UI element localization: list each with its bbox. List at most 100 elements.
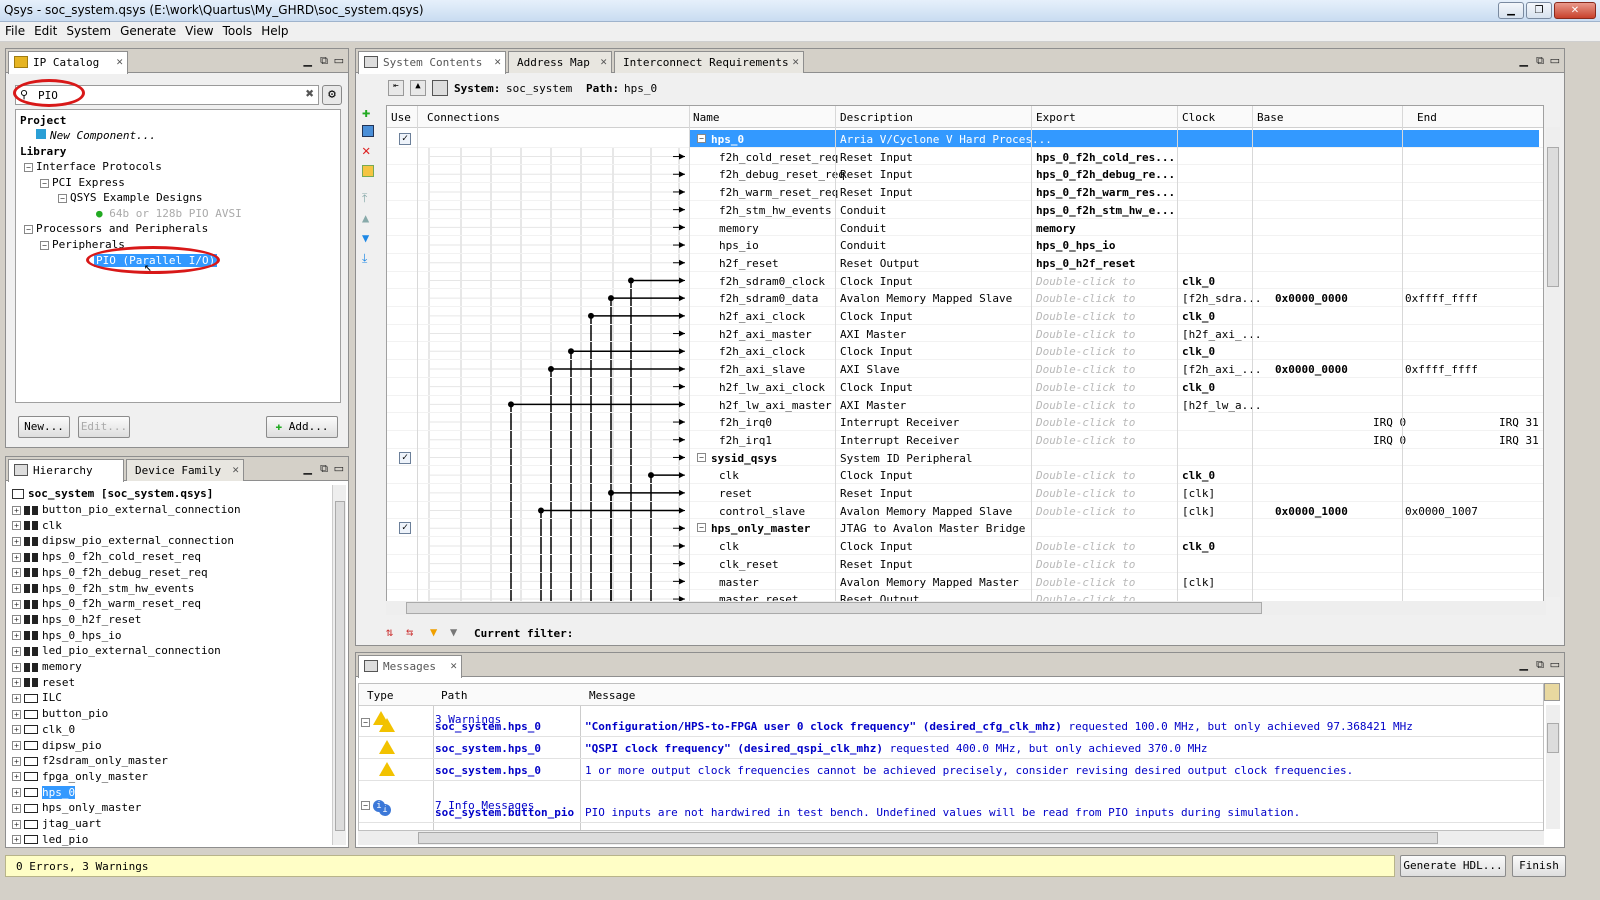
tree-interface-protocols[interactable]: − Interface Protocols [24, 160, 162, 173]
export-cell[interactable]: Double-click to [1036, 505, 1135, 518]
table-row[interactable] [387, 413, 1543, 431]
hierarchy-item[interactable]: + hps_0_f2h_stm_hw_events [12, 582, 194, 595]
hierarchy-root[interactable]: soc_system [soc_system.qsys] [12, 487, 213, 500]
hierarchy-item[interactable]: + dipsw_pio_external_connection [12, 534, 234, 547]
export-cell[interactable]: Double-click to [1036, 558, 1135, 571]
port-name[interactable]: h2f_axi_master [719, 328, 812, 341]
component-name[interactable]: sysid_qsys [711, 452, 777, 465]
expand-icon[interactable]: + [12, 693, 21, 703]
duplicate-icon[interactable] [362, 125, 374, 137]
port-name[interactable]: memory [719, 222, 759, 235]
settings-icon[interactable]: ⚙ [322, 85, 342, 105]
export-cell[interactable]: Double-click to [1036, 487, 1135, 500]
menu-view[interactable]: View [180, 22, 217, 41]
close-tab-icon[interactable]: ✕ [232, 463, 239, 476]
export-cell[interactable]: hps_0_f2h_debug_re... [1036, 168, 1175, 181]
table-row[interactable] [387, 360, 1543, 378]
tab-ip-catalog[interactable]: IP Catalog ✕ [8, 51, 128, 74]
col-description[interactable]: Description [840, 111, 913, 124]
move-bottom-icon[interactable]: ⤓ [362, 251, 367, 266]
new-button[interactable]: New... [18, 416, 70, 438]
table-row[interactable] [387, 183, 1543, 201]
minimize-view-icon[interactable]: ▁ [1520, 54, 1528, 67]
hierarchy-item[interactable]: + led_pio [12, 833, 88, 846]
minimize-view-icon[interactable]: ▁ [304, 54, 312, 67]
component-name[interactable]: hps_only_master [711, 522, 810, 535]
hierarchy-item[interactable]: + fpga_only_master [12, 770, 148, 783]
export-cell[interactable]: hps_0_f2h_stm_hw_e... [1036, 204, 1175, 217]
table-row[interactable] [387, 254, 1543, 272]
hierarchy-item[interactable]: + f2sdram_only_master [12, 754, 168, 767]
detach-view-icon[interactable]: ⧉ [1536, 658, 1544, 672]
edit-icon[interactable] [362, 165, 374, 177]
col-export[interactable]: Export [1036, 111, 1076, 124]
hierarchy-item[interactable]: + hps_0_hps_io [12, 629, 121, 642]
port-name[interactable]: h2f_lw_axi_clock [719, 381, 825, 394]
edit-button[interactable]: Edit... [78, 416, 130, 438]
hierarchy-scrollbar[interactable] [332, 485, 346, 845]
info-group[interactable]: − i [361, 798, 385, 812]
tab-device-family[interactable]: Device Family ✕ [126, 459, 244, 481]
generate-hdl-button[interactable]: Generate HDL... [1400, 855, 1506, 877]
hierarchy-item[interactable]: + button_pio [12, 707, 108, 720]
port-name[interactable]: clk [719, 469, 739, 482]
move-top-icon[interactable]: ⤒ [362, 191, 367, 206]
table-row[interactable] [689, 130, 1539, 148]
table-row[interactable] [387, 484, 1543, 502]
hierarchy-item[interactable]: + hps_0_f2h_cold_reset_req [12, 550, 201, 563]
close-tab-icon[interactable]: ✕ [600, 55, 607, 68]
export-cell[interactable]: hps_0_f2h_cold_res... [1036, 151, 1175, 164]
hierarchy-item[interactable]: + ILC [12, 691, 62, 704]
col-path[interactable]: Path [441, 689, 468, 702]
expand-icon[interactable]: + [12, 788, 21, 798]
export-cell[interactable]: Double-click to [1036, 469, 1135, 482]
table-row[interactable] [387, 165, 1543, 183]
expand-icon[interactable]: + [12, 725, 21, 735]
expand-icon[interactable]: + [12, 584, 21, 593]
tree-project[interactable]: Project [20, 114, 66, 127]
expand-icon[interactable]: + [12, 536, 21, 546]
expand-icon[interactable]: + [12, 741, 21, 750]
port-name[interactable]: f2h_sdram0_data [719, 292, 818, 305]
clear-messages-icon[interactable] [1544, 683, 1560, 701]
table-row[interactable] [387, 396, 1543, 414]
collapse-icon[interactable]: − [58, 193, 67, 203]
tree-new-component[interactable]: New Component... [36, 129, 156, 142]
tab-system-contents[interactable]: System Contents ✕ [358, 51, 506, 74]
hierarchy-item[interactable]: + button_pio_external_connection [12, 503, 241, 516]
collapse-icon[interactable]: − [24, 162, 33, 172]
port-name[interactable]: f2h_irq1 [719, 434, 772, 447]
minimize-view-icon[interactable]: ▁ [304, 462, 312, 475]
filter-icon-1[interactable]: ⇅ [386, 625, 393, 639]
col-clock[interactable]: Clock [1182, 111, 1215, 124]
expand-icon[interactable]: + [12, 803, 21, 813]
expand-up-icon[interactable]: ▲ [410, 80, 426, 96]
port-name[interactable]: h2f_lw_axi_master [719, 399, 832, 412]
menu-generate[interactable]: Generate [115, 22, 180, 41]
tree-pio-avsi[interactable]: ● 64b or 128b PIO AVSI [96, 207, 242, 220]
table-row[interactable] [387, 219, 1543, 237]
tree-library[interactable]: Library [20, 145, 66, 158]
add-button[interactable]: ✚ Add... [266, 416, 338, 438]
export-cell[interactable]: Double-click to [1036, 328, 1135, 341]
collapse-icon[interactable]: − [697, 134, 706, 143]
hierarchy-item[interactable]: + hps_0_f2h_debug_reset_req [12, 566, 208, 579]
collapse-icon[interactable]: − [40, 240, 49, 250]
export-cell[interactable]: hps_0_h2f_reset [1036, 257, 1135, 270]
table-row[interactable] [387, 272, 1543, 290]
export-cell[interactable]: hps_0_hps_io [1036, 239, 1115, 252]
export-cell[interactable]: Double-click to [1036, 275, 1135, 288]
close-tab-icon[interactable]: ✕ [450, 659, 457, 672]
expand-icon[interactable]: + [12, 772, 21, 782]
close-tab-icon[interactable]: ✕ [494, 55, 501, 68]
hierarchy-item[interactable]: + hps_0_f2h_warm_reset_req [12, 597, 201, 610]
menu-help[interactable]: Help [256, 22, 292, 41]
expand-icon[interactable]: + [12, 678, 21, 688]
col-name[interactable]: Name [693, 111, 720, 124]
menu-tools[interactable]: Tools [218, 22, 257, 41]
export-cell[interactable]: Double-click to [1036, 576, 1135, 589]
component-name[interactable]: hps_0 [711, 133, 744, 146]
tab-hierarchy[interactable]: Hierarchy [8, 459, 124, 482]
close-button[interactable]: ✕ [1554, 2, 1596, 19]
table-row[interactable] [387, 325, 1543, 343]
